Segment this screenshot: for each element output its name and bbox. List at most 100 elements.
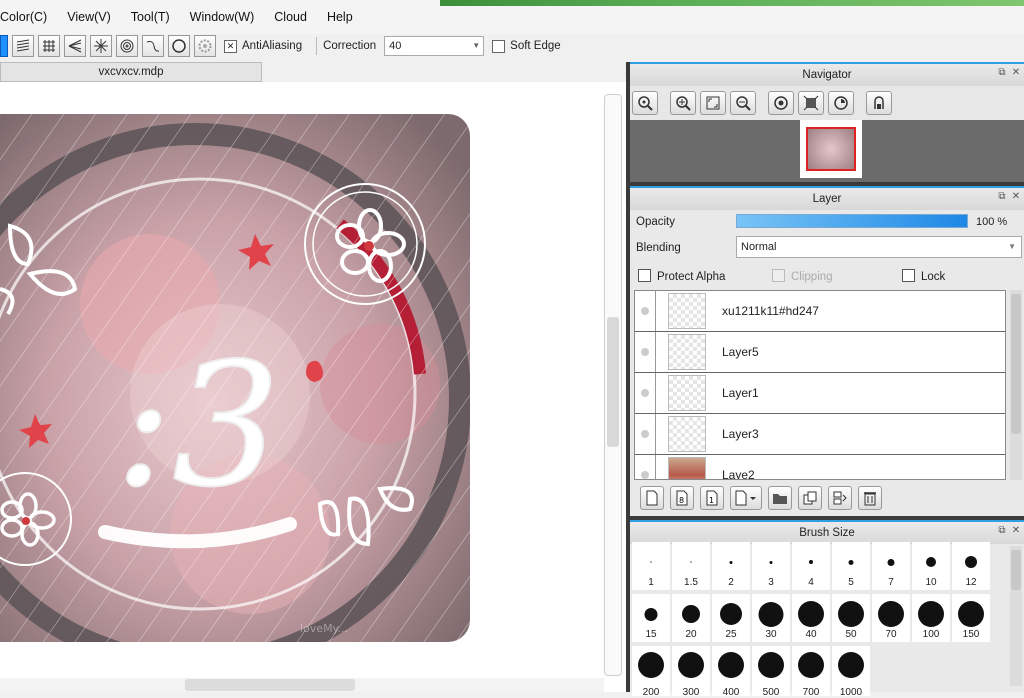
brush-size-option[interactable]: 20 bbox=[672, 594, 710, 642]
clipping-option[interactable]: Clipping bbox=[772, 269, 833, 283]
brush-size-scrollbar[interactable] bbox=[1010, 546, 1022, 686]
brush-size-option[interactable]: 50 bbox=[832, 594, 870, 642]
brush-size-option[interactable]: 12 bbox=[952, 542, 990, 590]
perspective-button[interactable] bbox=[64, 35, 86, 57]
scrollbar-thumb[interactable] bbox=[1011, 550, 1021, 590]
blending-select[interactable]: Normal ▼ bbox=[736, 236, 1022, 258]
rotate-right-button[interactable] bbox=[828, 91, 854, 115]
zoom-in-button[interactable] bbox=[670, 91, 696, 115]
brush-size-option[interactable]: 400 bbox=[712, 646, 750, 698]
correction-select[interactable]: 40 ▼ bbox=[384, 36, 485, 56]
layer-row[interactable]: xu1211k11#hd247 bbox=[635, 291, 1005, 332]
radial-lines-button[interactable] bbox=[90, 35, 112, 57]
visibility-toggle[interactable] bbox=[635, 373, 656, 413]
soft-edge-checkbox[interactable] bbox=[492, 39, 506, 53]
brush-size-option[interactable]: 30 bbox=[752, 594, 790, 642]
grid-button[interactable] bbox=[38, 35, 60, 57]
flip-button[interactable] bbox=[866, 91, 892, 115]
brush-size-option[interactable]: 2 bbox=[712, 542, 750, 590]
brush-size-option[interactable]: 300 bbox=[672, 646, 710, 698]
close-icon[interactable]: ✕ bbox=[1010, 67, 1022, 79]
menu-help[interactable]: Help bbox=[327, 0, 361, 24]
fit-screen-button[interactable] bbox=[700, 91, 726, 115]
brush-size-label: 7 bbox=[888, 577, 894, 588]
opacity-slider[interactable] bbox=[736, 214, 968, 228]
undock-icon[interactable]: ⧉ bbox=[996, 525, 1008, 537]
layer-row[interactable]: Layer1 bbox=[635, 373, 1005, 414]
new-folder-button[interactable] bbox=[768, 486, 792, 510]
merge-down-button[interactable] bbox=[828, 486, 852, 510]
window-accent-bar bbox=[440, 0, 1024, 6]
menu-view[interactable]: View(V) bbox=[67, 0, 119, 24]
menu-color[interactable]: Color(C) bbox=[0, 0, 55, 24]
ellipse-button[interactable] bbox=[168, 35, 190, 57]
layer-list[interactable]: xu1211k11#hd247 Layer5 Layer1 Layer3 Lay bbox=[634, 290, 1006, 480]
protect-alpha-label: Protect Alpha bbox=[657, 271, 726, 283]
visibility-toggle[interactable] bbox=[635, 291, 656, 331]
clipping-checkbox[interactable] bbox=[772, 269, 785, 282]
visibility-toggle[interactable] bbox=[635, 332, 656, 372]
brush-size-option[interactable]: 40 bbox=[792, 594, 830, 642]
brush-size-option[interactable]: 3 bbox=[752, 542, 790, 590]
menu-window[interactable]: Window(W) bbox=[190, 0, 263, 24]
add-layer-dropdown-button[interactable] bbox=[730, 486, 762, 510]
brush-size-option[interactable]: 10 bbox=[912, 542, 950, 590]
delete-layer-button[interactable] bbox=[858, 486, 882, 510]
undock-icon[interactable]: ⧉ bbox=[996, 191, 1008, 203]
document-tab[interactable]: vxcvxcv.mdp bbox=[0, 62, 262, 82]
new-8bit-layer-button[interactable]: 8 bbox=[670, 486, 694, 510]
visibility-toggle[interactable] bbox=[635, 455, 656, 479]
protect-alpha-checkbox[interactable] bbox=[638, 269, 651, 282]
antialiasing-checkbox[interactable]: ✕ bbox=[224, 39, 237, 53]
zoom-fit-button[interactable] bbox=[632, 91, 658, 115]
artwork-canvas[interactable]: :3 loveMy... bbox=[0, 114, 470, 642]
settings-button[interactable] bbox=[194, 35, 216, 57]
brush-size-option[interactable]: 5 bbox=[832, 542, 870, 590]
undock-icon[interactable]: ⧉ bbox=[996, 67, 1008, 79]
navigator-viewport-frame[interactable] bbox=[806, 127, 856, 171]
canvas-vertical-scrollbar[interactable] bbox=[604, 94, 622, 676]
brush-size-option[interactable]: 4 bbox=[792, 542, 830, 590]
parallel-lines-button[interactable] bbox=[12, 35, 34, 57]
brush-size-option[interactable]: 150 bbox=[952, 594, 990, 642]
close-icon[interactable]: ✕ bbox=[1010, 525, 1022, 537]
navigator-preview[interactable] bbox=[800, 120, 862, 178]
brush-size-option[interactable]: 1000 bbox=[832, 646, 870, 698]
brush-size-option[interactable]: 7 bbox=[872, 542, 910, 590]
canvas-area[interactable]: :3 loveMy... bbox=[0, 82, 626, 692]
brush-size-option[interactable]: 1.5 bbox=[672, 542, 710, 590]
scrollbar-thumb[interactable] bbox=[607, 317, 619, 447]
scrollbar-thumb[interactable] bbox=[185, 679, 355, 691]
brush-size-option[interactable]: 1 bbox=[632, 542, 670, 590]
new-layer-button[interactable] bbox=[640, 486, 664, 510]
brush-size-option[interactable]: 500 bbox=[752, 646, 790, 698]
close-icon[interactable]: ✕ bbox=[1010, 191, 1022, 203]
layer-row[interactable]: Laye2 bbox=[635, 455, 1005, 479]
eye-icon bbox=[641, 389, 649, 397]
brush-size-option[interactable]: 25 bbox=[712, 594, 750, 642]
brush-size-option[interactable]: 200 bbox=[632, 646, 670, 698]
duplicate-layer-button[interactable] bbox=[798, 486, 822, 510]
visibility-toggle[interactable] bbox=[635, 414, 656, 454]
rotate-left-button[interactable] bbox=[768, 91, 794, 115]
layer-row[interactable]: Layer3 bbox=[635, 414, 1005, 455]
rect-fill-button[interactable] bbox=[0, 35, 8, 57]
scrollbar-thumb[interactable] bbox=[1011, 294, 1021, 434]
menu-tool[interactable]: Tool(T) bbox=[131, 0, 178, 24]
brush-size-option[interactable]: 70 bbox=[872, 594, 910, 642]
canvas-horizontal-scrollbar[interactable] bbox=[0, 678, 604, 692]
layer-row[interactable]: Layer5 bbox=[635, 332, 1005, 373]
menu-cloud[interactable]: Cloud bbox=[274, 0, 315, 24]
actual-size-button[interactable] bbox=[798, 91, 824, 115]
brush-size-option[interactable]: 15 bbox=[632, 594, 670, 642]
brush-size-option[interactable]: 100 bbox=[912, 594, 950, 642]
brush-size-option[interactable]: 700 bbox=[792, 646, 830, 698]
protect-alpha-option[interactable]: Protect Alpha bbox=[638, 269, 725, 283]
layer-list-scrollbar[interactable] bbox=[1010, 290, 1022, 480]
concentric-circles-button[interactable] bbox=[116, 35, 138, 57]
new-1bit-layer-button[interactable]: 1 bbox=[700, 486, 724, 510]
zoom-out-button[interactable] bbox=[730, 91, 756, 115]
lock-checkbox[interactable] bbox=[902, 269, 915, 282]
lock-option[interactable]: Lock bbox=[902, 269, 945, 283]
curve-button[interactable] bbox=[142, 35, 164, 57]
